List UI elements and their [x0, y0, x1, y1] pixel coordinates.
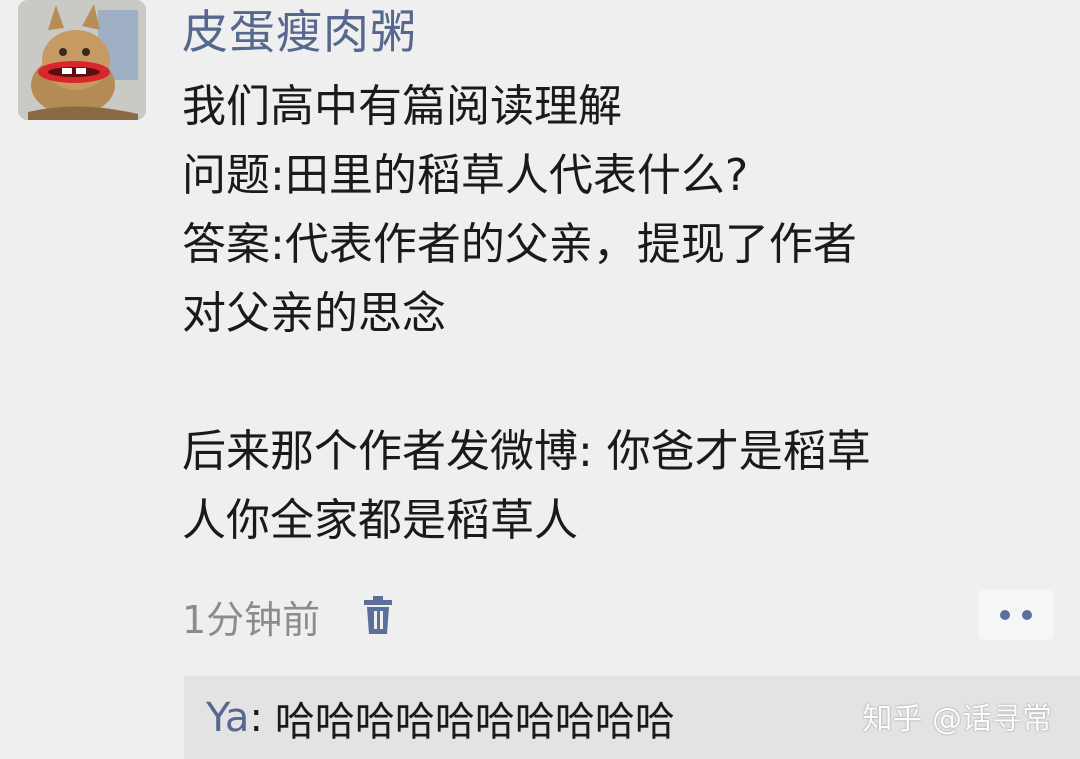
watermark: 知乎 @话寻常	[862, 702, 1052, 737]
comment-separator: :	[249, 694, 263, 741]
post-line: 对父亲的思念	[182, 288, 446, 339]
post-line: 人你全家都是稻草人	[182, 495, 578, 546]
post-line: 问题:田里的稻草人代表什么?	[182, 150, 749, 201]
post-line: 后来那个作者发微博: 你爸才是稻草	[182, 426, 871, 477]
comment-author[interactable]: Ya	[206, 695, 249, 741]
trash-icon[interactable]	[360, 596, 396, 636]
moment-post: 皮蛋瘦肉粥 我们高中有篇阅读理解 问题:田里的稻草人代表什么? 答案:代表作者的…	[0, 0, 1080, 680]
avatar-image	[18, 0, 146, 120]
dot	[1000, 610, 1010, 620]
post-content: 我们高中有篇阅读理解 问题:田里的稻草人代表什么? 答案:代表作者的父亲，提现了…	[182, 72, 1042, 555]
author-name[interactable]: 皮蛋瘦肉粥	[182, 2, 417, 62]
comment-text: 哈哈哈哈哈哈哈哈哈哈	[274, 698, 675, 745]
more-dots-icon[interactable]	[978, 590, 1054, 640]
timestamp: 1分钟前	[182, 597, 321, 642]
dot	[1022, 610, 1032, 620]
post-line-blank	[182, 348, 1042, 417]
post-line: 我们高中有篇阅读理解	[182, 81, 622, 132]
post-meta: 1分钟前	[182, 586, 396, 646]
author-avatar[interactable]	[18, 0, 146, 120]
post-line: 答案:代表作者的父亲，提现了作者	[182, 219, 857, 270]
